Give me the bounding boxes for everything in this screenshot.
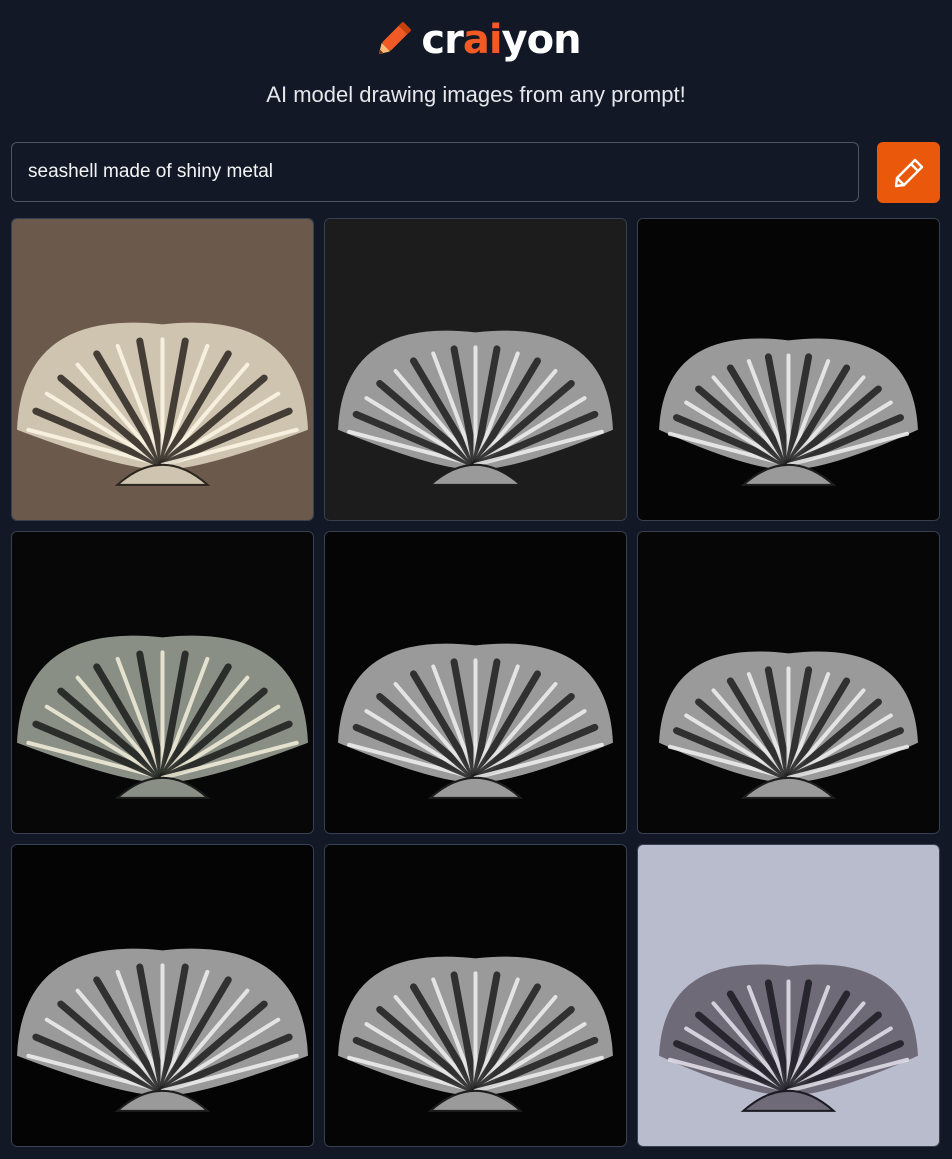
result-grid: [11, 218, 940, 1147]
result-image[interactable]: [11, 844, 314, 1147]
result-image[interactable]: [324, 218, 627, 521]
result-image[interactable]: [11, 218, 314, 521]
seashell-image: [325, 845, 626, 1146]
logo-wordmark: craiyon: [421, 17, 581, 63]
pencil-icon: [894, 158, 923, 187]
seashell-image: [638, 219, 939, 520]
result-image[interactable]: [637, 844, 940, 1147]
seashell-image: [12, 219, 313, 520]
result-image[interactable]: [637, 531, 940, 834]
prompt-input[interactable]: seashell made of shiny metal: [11, 142, 859, 202]
seashell-image: [638, 532, 939, 833]
seashell-image: [638, 845, 939, 1146]
seashell-image: [12, 532, 313, 833]
seashell-image: [325, 532, 626, 833]
result-image[interactable]: [11, 531, 314, 834]
pencil-logo-icon: [379, 21, 412, 55]
seashell-image: [325, 219, 626, 520]
result-image[interactable]: [324, 844, 627, 1147]
craiyon-logo[interactable]: craiyon: [0, 12, 952, 68]
draw-button[interactable]: [877, 142, 940, 203]
result-image[interactable]: [324, 531, 627, 834]
seashell-image: [12, 845, 313, 1146]
tagline: AI model drawing images from any prompt!: [266, 82, 686, 107]
result-image[interactable]: [637, 218, 940, 521]
